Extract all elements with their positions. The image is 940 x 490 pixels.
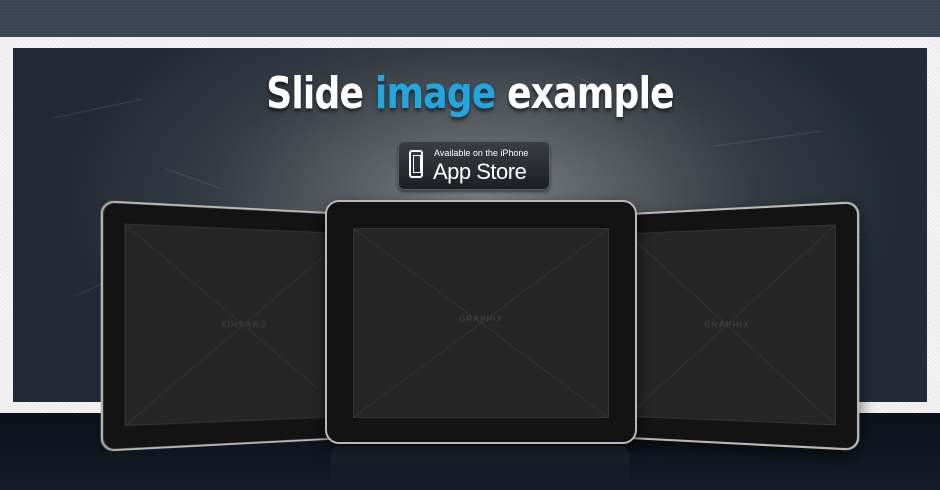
slide-title-accent: image [374, 68, 496, 119]
tablet-right-label: GRAPHIX [704, 320, 750, 330]
tablet-right: GRAPHIX [610, 201, 860, 451]
iphone-icon [409, 150, 423, 178]
slide-title: Slide image example [85, 68, 856, 119]
slide-title-part1: Slide [266, 68, 364, 119]
app-store-button[interactable]: Available on the iPhone App Store [398, 141, 550, 190]
tablet-center-label: GRAPHIX [459, 314, 503, 324]
tablet-reflection [330, 446, 630, 486]
slider-stage: Slide image example Available on the iPh… [0, 0, 940, 490]
tablet-right-screen: GRAPHIX [627, 224, 836, 426]
tablet-center: GRAPHIX [325, 200, 637, 444]
tablet-left-label: GRAPHIX [219, 320, 267, 330]
tablet-center-screen: GRAPHIX [353, 228, 609, 418]
tablet-left-screen: GRAPHIX [125, 224, 351, 427]
app-store-small-text: Available on the iPhone [434, 148, 529, 158]
slide-title-part2: example [507, 68, 674, 119]
app-store-big-text: App Store [433, 159, 527, 184]
